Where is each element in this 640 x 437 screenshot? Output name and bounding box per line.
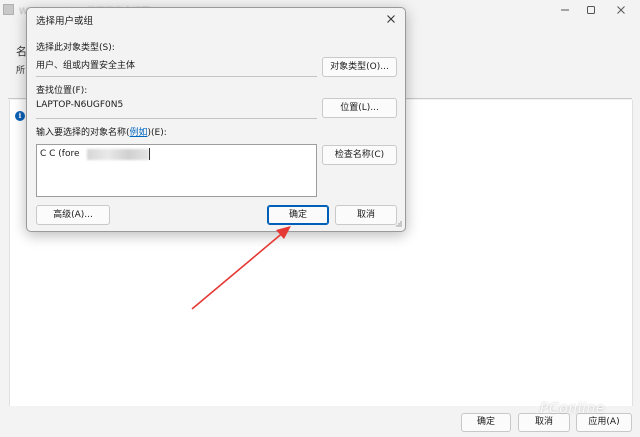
check-names-button[interactable]: 检查名称(C) — [322, 145, 397, 165]
resize-grip-icon[interactable] — [394, 220, 402, 228]
object-names-input-value: C C (fore — [40, 149, 80, 159]
object-names-label-suffix: )(E): — [147, 128, 167, 138]
app-icon — [3, 4, 14, 15]
background-ok-button[interactable]: 确定 — [461, 413, 511, 432]
close-icon[interactable] — [383, 12, 399, 26]
object-type-value: 用户、组或内置安全主体 — [36, 61, 136, 71]
object-type-label: 选择此对象类型(S): — [36, 43, 115, 53]
object-names-label: 输入要选择的对象名称(例如)(E): — [36, 125, 167, 138]
object-names-input[interactable]: C C (fore — [36, 144, 317, 197]
close-window-icon[interactable] — [606, 0, 636, 20]
ok-button[interactable]: 确定 — [267, 205, 329, 225]
cancel-button[interactable]: 取消 — [335, 205, 397, 225]
maximize-icon[interactable] — [576, 0, 606, 20]
locations-button[interactable]: 位置(L)... — [322, 98, 397, 118]
location-value: LAPTOP-N6UGF0N5 — [36, 100, 124, 110]
object-types-button[interactable]: 对象类型(O)... — [322, 57, 397, 77]
location-underline — [36, 118, 317, 119]
object-names-label-prefix: 输入要选择的对象名称( — [36, 128, 130, 138]
background-owner-label: 所 — [16, 66, 26, 76]
text-caret — [149, 148, 150, 160]
watermark: PConline — [540, 401, 605, 417]
object-type-underline — [36, 76, 317, 77]
info-icon: i — [15, 111, 25, 121]
select-users-or-groups-dialog: 选择用户或组 选择此对象类型(S): 用户、组或内置安全主体 对象类型(O)..… — [26, 7, 406, 232]
advanced-button[interactable]: 高级(A)... — [36, 205, 110, 225]
location-label: 查找位置(F): — [36, 86, 88, 96]
examples-link[interactable]: 例如 — [130, 128, 148, 138]
dialog-title: 选择用户或组 — [36, 16, 94, 27]
redacted-text — [87, 149, 149, 160]
